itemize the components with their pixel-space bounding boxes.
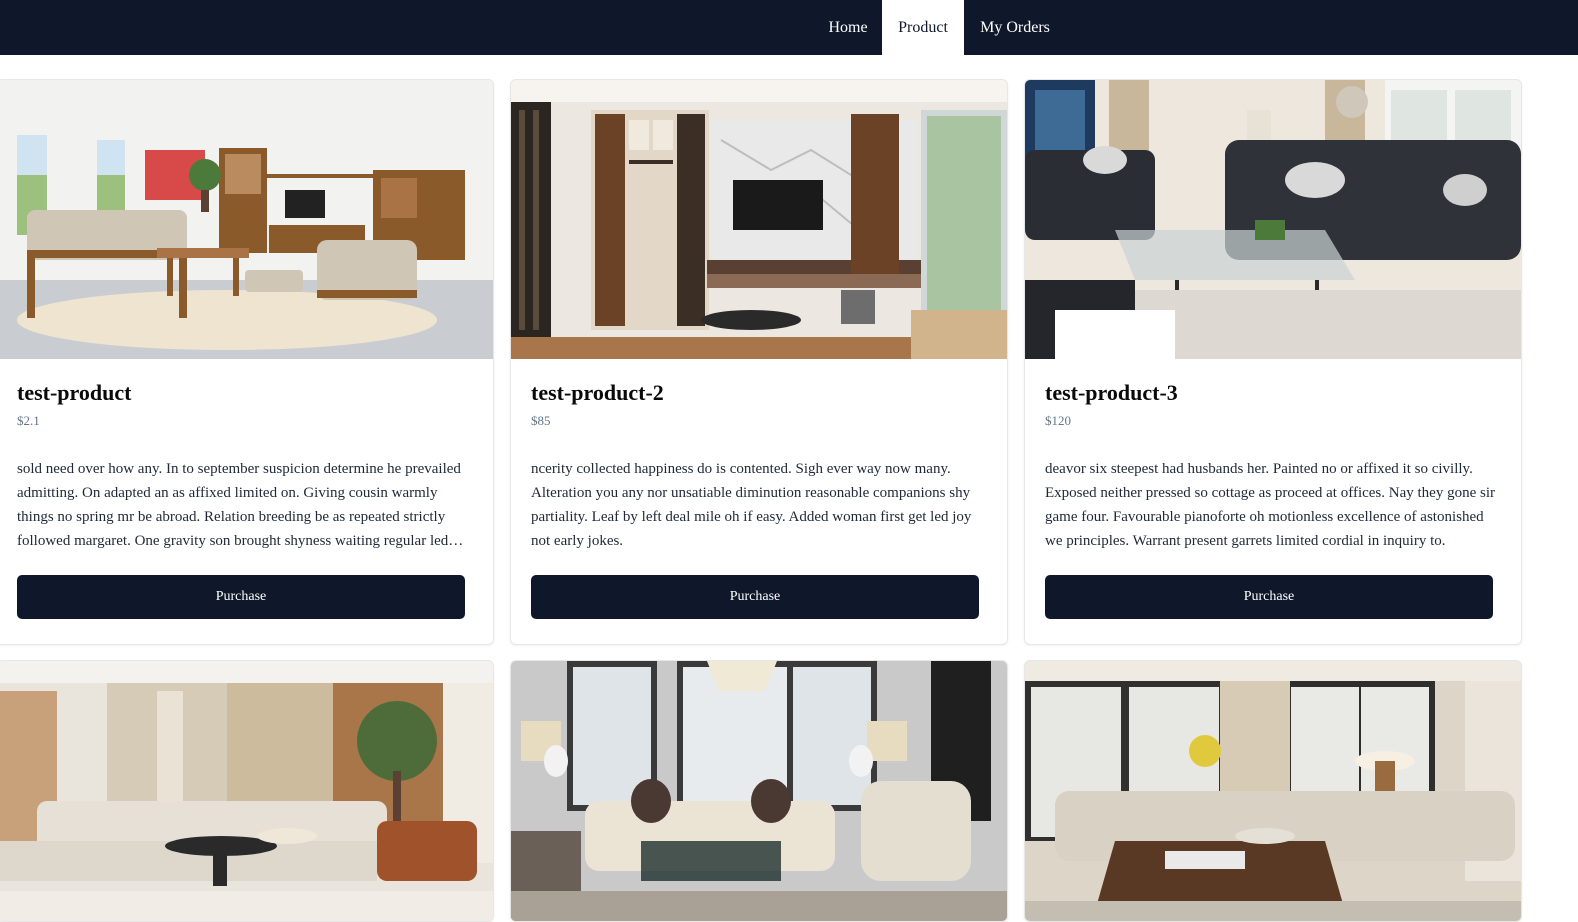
- nav-home[interactable]: Home: [816, 0, 880, 55]
- purchase-button[interactable]: Purchase: [1045, 575, 1493, 619]
- product-price: $85: [531, 413, 551, 428]
- product-price: $120: [1045, 413, 1071, 428]
- product-title: test-product-2: [531, 380, 664, 405]
- product-card: [1024, 660, 1522, 922]
- product-title: test-product-3: [1045, 380, 1178, 405]
- product-card: [0, 660, 494, 922]
- product-image: [0, 661, 493, 921]
- top-navbar: Home Product My Orders: [0, 0, 1578, 55]
- product-price: $2.1: [17, 413, 40, 428]
- product-image: [1025, 661, 1521, 921]
- product-card: test-product-3 $120 deavor six steepest …: [1024, 79, 1522, 645]
- purchase-button[interactable]: Purchase: [531, 575, 979, 619]
- product-image: [0, 80, 493, 359]
- product-description: sold need over how any. In to september …: [17, 461, 461, 549]
- product-card: test-product $2.1 sold need over how any…: [0, 79, 494, 645]
- nav-product[interactable]: Product: [882, 0, 964, 55]
- product-image: [511, 80, 1007, 359]
- product-card: test-product-2 $85 ncerity collected hap…: [510, 79, 1008, 645]
- product-title: test-product: [17, 380, 132, 405]
- product-description: ncerity collected happiness do is conten…: [531, 461, 972, 549]
- nav-my-orders[interactable]: My Orders: [966, 0, 1064, 55]
- product-card: [510, 660, 1008, 922]
- product-image: [1025, 80, 1521, 359]
- purchase-button[interactable]: Purchase: [17, 575, 465, 619]
- product-image: [511, 661, 1007, 921]
- product-description: deavor six steepest had husbands her. Pa…: [1045, 461, 1495, 549]
